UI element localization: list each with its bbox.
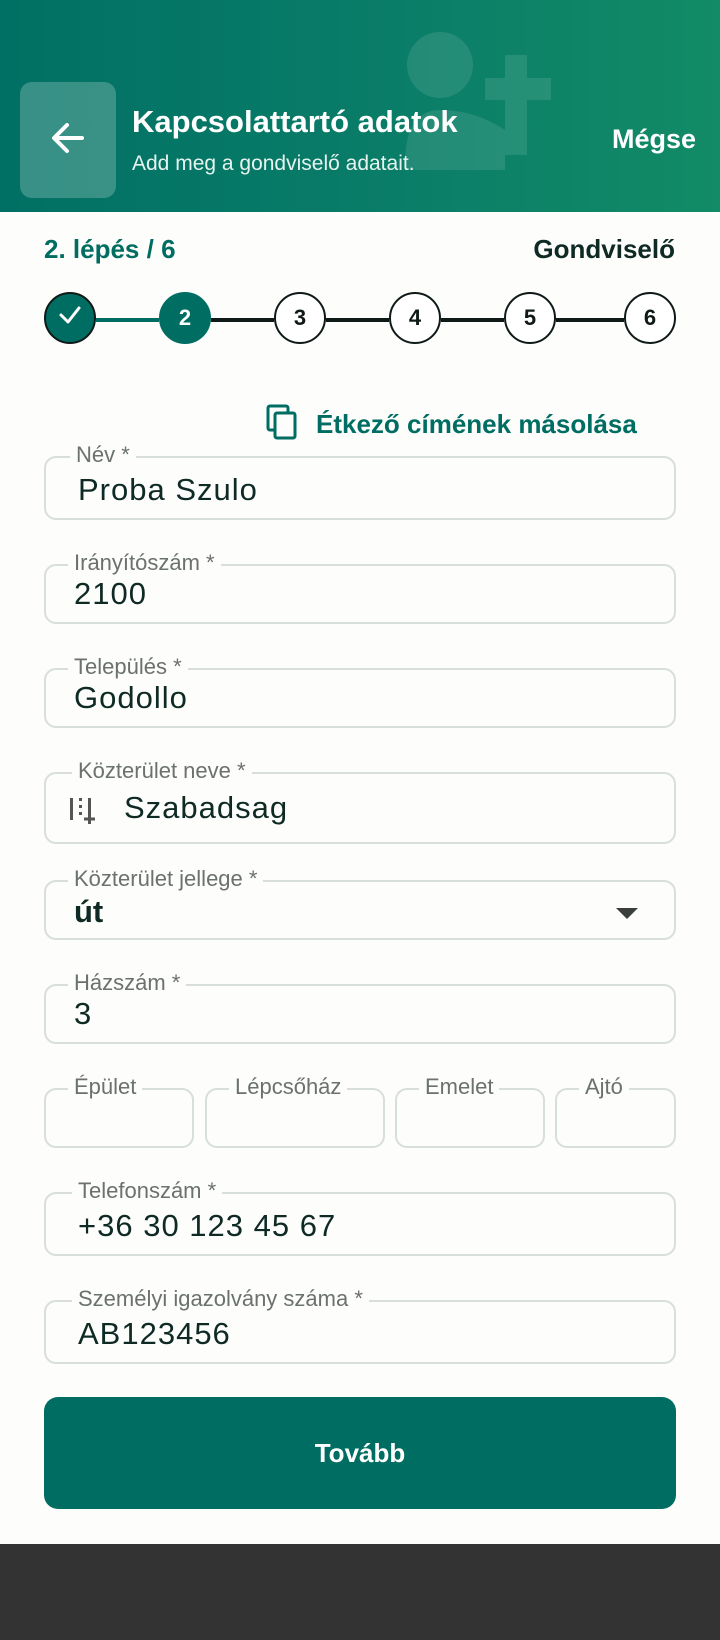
dropdown-arrow-icon [616, 908, 638, 919]
stepper-line [556, 318, 624, 322]
stepper-line-done [96, 318, 159, 322]
back-button[interactable] [20, 82, 116, 198]
text-cursor-icon [68, 794, 100, 831]
name-field-label: Név * [70, 441, 136, 469]
copy-address-label: Étkező címének másolása [316, 409, 637, 439]
city-field[interactable]: Település * Godollo [44, 653, 676, 728]
step-6: 6 [624, 292, 676, 344]
step-5: 5 [504, 292, 556, 344]
copy-icon [266, 404, 298, 445]
step-3: 3 [274, 292, 326, 344]
zip-field[interactable]: Irányítószám * 2100 [44, 549, 676, 624]
house-number-label: Házszám * [68, 969, 187, 997]
system-navigation-bar [0, 1544, 720, 1640]
zip-field-label: Irányítószám * [68, 549, 221, 577]
stepper-line [326, 318, 389, 322]
name-field[interactable]: Név * Proba Szulo [44, 441, 676, 520]
street-type-select[interactable]: Közterület jellege * út [44, 865, 676, 940]
step-4: 4 [389, 292, 441, 344]
step-counter: 2. lépés / 6 [44, 234, 176, 264]
step-name: Gondviselő [533, 234, 675, 264]
check-icon [57, 302, 83, 334]
id-card-label: Személyi igazolvány száma * [72, 1285, 369, 1313]
floor-field[interactable]: Emelet [395, 1073, 545, 1148]
copy-address-link[interactable]: Étkező címének másolása [266, 404, 637, 445]
page-subtitle: Add meg a gondviselő adatait. [132, 152, 415, 175]
cancel-button[interactable]: Mégse [612, 124, 696, 155]
stairs-field[interactable]: Lépcsőház [205, 1073, 385, 1148]
phone-label: Telefonszám * [72, 1177, 223, 1205]
house-number-value: 3 [74, 996, 93, 1031]
building-label: Épület [68, 1073, 143, 1101]
building-field[interactable]: Épület [44, 1073, 194, 1148]
stepper-line [211, 318, 274, 322]
stepper-line [441, 318, 504, 322]
street-type-value: út [74, 894, 104, 929]
stairs-label: Lépcsőház [229, 1073, 348, 1101]
city-field-label: Település * [68, 653, 188, 681]
next-button[interactable]: Tovább [44, 1397, 676, 1509]
street-field[interactable]: Közterület neve * Szabadsag [44, 757, 676, 844]
name-field-value: Proba Szulo [78, 472, 258, 507]
step-1-done [44, 292, 96, 344]
stepper: 2 3 4 5 6 [44, 292, 676, 348]
door-field[interactable]: Ajtó [555, 1073, 676, 1148]
phone-value: +36 30 123 45 67 [78, 1208, 337, 1243]
phone-field[interactable]: Telefonszám * +36 30 123 45 67 [44, 1177, 676, 1256]
arrow-left-icon [50, 120, 86, 161]
street-field-label: Közterület neve * [72, 757, 252, 785]
house-number-field[interactable]: Házszám * 3 [44, 969, 676, 1044]
page-title: Kapcsolattartó adatok [132, 104, 458, 139]
app-header: Kapcsolattartó adatok Add meg a gondvise… [0, 0, 720, 212]
step-2-current: 2 [159, 292, 211, 344]
street-field-value: Szabadsag [124, 790, 289, 825]
id-card-field[interactable]: Személyi igazolvány száma * AB123456 [44, 1285, 676, 1364]
door-label: Ajtó [579, 1073, 629, 1101]
person-add-icon [405, 30, 565, 175]
id-card-value: AB123456 [78, 1316, 231, 1351]
zip-field-value: 2100 [74, 576, 147, 611]
city-field-value: Godollo [74, 680, 188, 715]
street-type-label: Közterület jellege * [68, 865, 264, 893]
floor-label: Emelet [419, 1073, 500, 1101]
